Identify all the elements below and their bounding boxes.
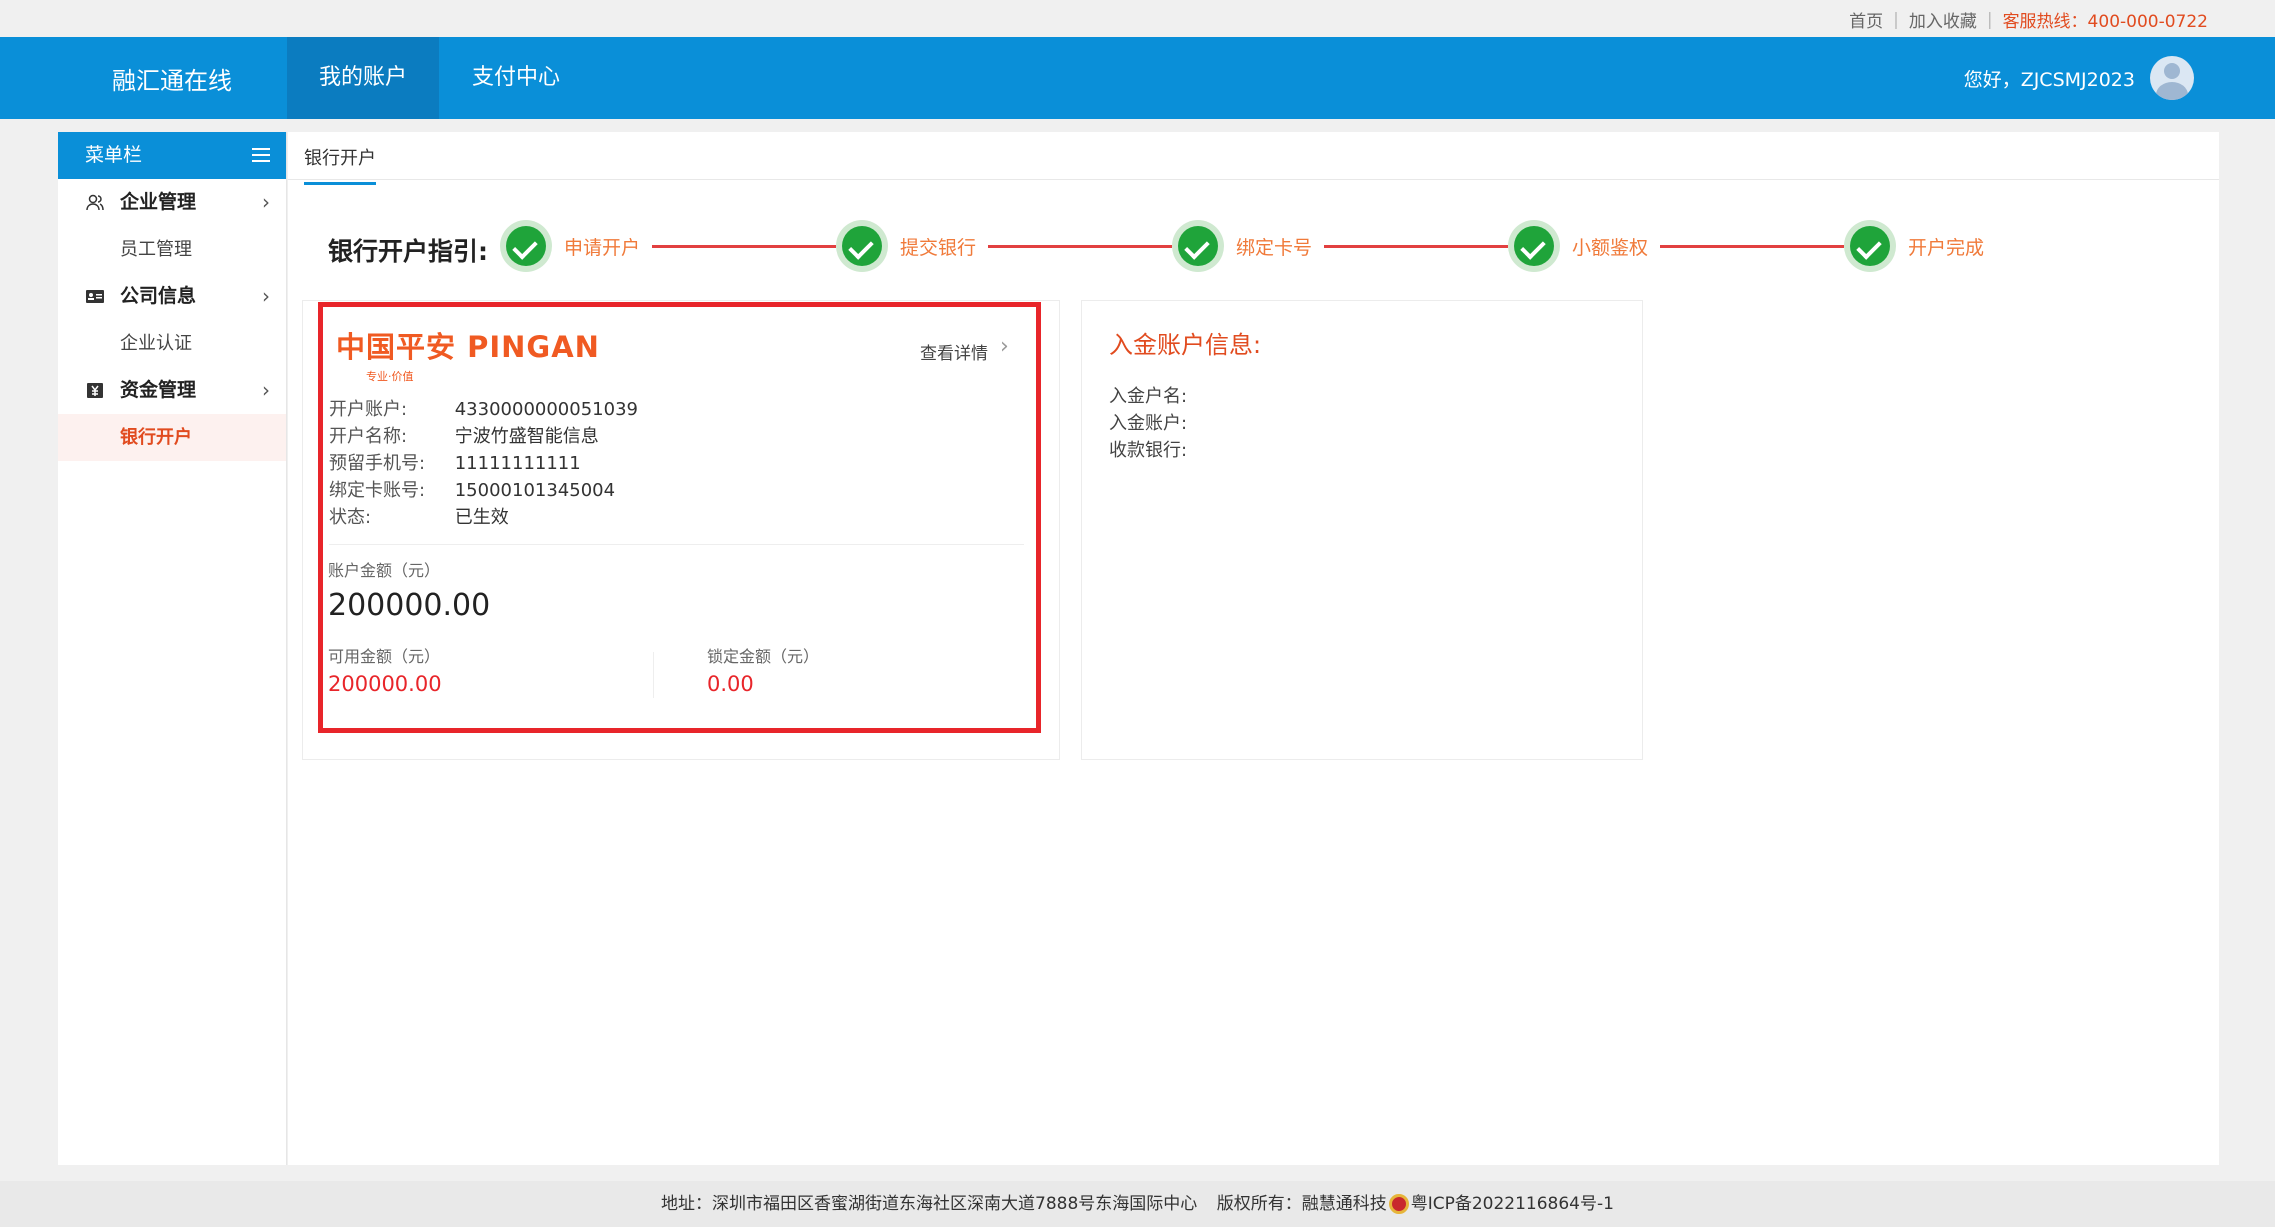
divider xyxy=(653,652,654,698)
locked-amount: 0.00 xyxy=(707,672,754,696)
sidebar-group-label: 企业管理 xyxy=(120,191,197,213)
check-circle-icon xyxy=(1172,220,1224,272)
sidebar-item-bank-account[interactable]: 银行开户 xyxy=(58,414,286,461)
sidebar-group-label: 资金管理 xyxy=(120,379,197,401)
chevron-right-icon: › xyxy=(262,284,270,308)
info-row: 开户账户: 4330000000051039 xyxy=(329,395,638,421)
pingan-logo: 中国平安 PINGAN 专业·价值 xyxy=(336,324,600,384)
step-label: 小额鉴权 xyxy=(1572,237,1649,259)
tab-bank-account[interactable]: 银行开户 xyxy=(304,144,376,185)
favorite-link[interactable]: 加入收藏 xyxy=(1909,7,1977,32)
deposit-card xyxy=(1081,300,1643,760)
money-icon xyxy=(87,383,103,398)
guide-title: 银行开户指引: xyxy=(328,237,488,266)
footer-copyright: 版权所有：融慧通科技 xyxy=(1216,1194,1387,1214)
footer-address: 地址：深圳市福田区香蜜湖街道东海社区深南大道7888号东海国际中心 xyxy=(661,1194,1198,1214)
info-label: 预留手机号: xyxy=(329,453,426,474)
footer-icp[interactable]: 粤ICP备2022116864号-1 xyxy=(1411,1194,1614,1214)
deposit-row: 入金账户: xyxy=(1109,413,1188,434)
header: 融汇通在线 我的账户 支付中心 您好，ZJCSMJ2023 xyxy=(0,37,2275,119)
info-value: 15000101345004 xyxy=(454,480,616,501)
top-strip: 首页 | 加入收藏 | 客服热线：400-000-0722 xyxy=(0,0,2275,37)
sidebar-group-funds[interactable]: 资金管理 › xyxy=(58,367,286,414)
divider xyxy=(329,544,1024,545)
top-links: 首页 | 加入收藏 | 客服热线：400-000-0722 xyxy=(1849,7,2208,33)
step-connector xyxy=(1660,245,1844,248)
logo-slogan: 专业·价值 xyxy=(366,370,414,383)
users-icon xyxy=(86,194,104,211)
chevron-right-icon: › xyxy=(262,378,270,402)
step-label: 开户完成 xyxy=(1908,237,1985,259)
chevron-right-icon: › xyxy=(262,190,270,214)
sidebar-title: 菜单栏 xyxy=(85,144,143,166)
check-circle-icon xyxy=(1508,220,1560,272)
info-value: 11111111111 xyxy=(454,453,581,474)
check-circle-icon xyxy=(500,220,552,272)
sidebar-item-certification[interactable]: 企业认证 xyxy=(58,320,286,367)
available-label: 可用金额（元） xyxy=(328,647,441,666)
available-amount: 200000.00 xyxy=(328,672,442,696)
sidebar-item-staff[interactable]: 员工管理 xyxy=(58,226,286,273)
info-label: 开户名称: xyxy=(329,426,408,447)
step-connector xyxy=(988,245,1172,248)
step-connector xyxy=(1324,245,1508,248)
balance-label: 账户金额（元） xyxy=(328,561,441,580)
info-row: 开户名称: 宁波竹盛智能信息 xyxy=(329,422,599,448)
sidebar-group-label: 公司信息 xyxy=(120,285,197,307)
hamburger-menu-icon[interactable] xyxy=(252,148,270,162)
id-card-icon xyxy=(86,290,104,303)
balance-amount: 200000.00 xyxy=(328,588,491,623)
info-value: 已生效 xyxy=(454,507,509,528)
avatar[interactable] xyxy=(2150,56,2194,100)
main-content: 银行开户 银行开户指引: 申请开户 提交银行 绑定卡号 小额鉴权 开户完成 中国… xyxy=(288,132,2219,1165)
logo-text: 中国平安 PINGAN xyxy=(336,330,600,364)
police-emblem-icon xyxy=(1388,1194,1409,1214)
deposit-row: 收款银行: xyxy=(1109,440,1188,461)
sidebar: 菜单栏 企业管理 › 员工管理 公司信息 › 企业认证 资金管理 › 银行开户 xyxy=(58,132,287,1165)
hotline-text: 客服热线：400-000-0722 xyxy=(2002,12,2208,32)
chevron-right-icon[interactable]: › xyxy=(1000,334,1009,359)
info-label: 绑定卡账号: xyxy=(329,480,426,501)
deposit-row: 入金户名: xyxy=(1109,386,1188,407)
step-label: 绑定卡号 xyxy=(1236,237,1313,259)
deposit-card-title: 入金账户信息: xyxy=(1109,331,1262,359)
check-circle-icon xyxy=(836,220,888,272)
divider: | xyxy=(1986,9,1993,30)
step-label: 申请开户 xyxy=(564,237,641,259)
sidebar-group-company[interactable]: 公司信息 › xyxy=(58,273,286,320)
info-row: 绑定卡账号: 15000101345004 xyxy=(329,476,615,502)
nav-payment-center[interactable]: 支付中心 xyxy=(440,37,592,119)
locked-label: 锁定金额（元） xyxy=(707,647,820,666)
user-greeting[interactable]: 您好，ZJCSMJ2023 xyxy=(1964,65,2135,92)
info-value: 4330000000051039 xyxy=(454,399,638,420)
info-value: 宁波竹盛智能信息 xyxy=(454,426,599,447)
nav-my-account[interactable]: 我的账户 xyxy=(287,37,439,119)
home-link[interactable]: 首页 xyxy=(1849,7,1883,32)
info-row: 状态: 已生效 xyxy=(329,503,509,529)
info-row: 预留手机号: 11111111111 xyxy=(329,449,581,475)
info-label: 开户账户: xyxy=(329,399,408,420)
divider: | xyxy=(1893,9,1899,30)
avatar-body-shape xyxy=(2156,82,2188,100)
step-connector xyxy=(652,245,836,248)
view-details-link[interactable]: 查看详情 xyxy=(920,339,988,364)
check-circle-icon xyxy=(1844,220,1896,272)
brand-logo-text[interactable]: 融汇通在线 xyxy=(112,61,232,96)
step-label: 提交银行 xyxy=(900,237,977,259)
footer: 地址：深圳市福田区香蜜湖街道东海社区深南大道7888号东海国际中心 版权所有：融… xyxy=(0,1181,2275,1227)
sidebar-header: 菜单栏 xyxy=(58,132,286,179)
tab-bar: 银行开户 xyxy=(288,132,2219,185)
info-label: 状态: xyxy=(329,507,372,528)
sidebar-group-enterprise[interactable]: 企业管理 › xyxy=(58,179,286,226)
avatar-head-shape xyxy=(2164,63,2180,79)
